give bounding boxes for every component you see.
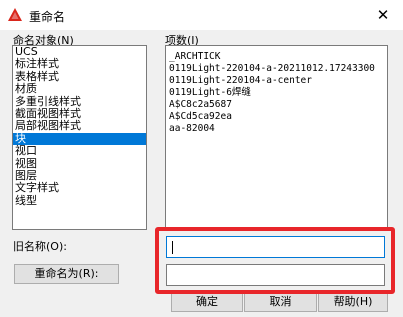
named-object-item[interactable]: 局部视图样式	[13, 119, 146, 132]
title-bar: 重命名 ✕	[0, 0, 403, 30]
old-name-label: 旧名称(O):	[13, 240, 67, 253]
old-name-field[interactable]	[166, 236, 385, 258]
items-list[interactable]: _ARCHTICK 0119Light-220104-a-20211012.172…	[165, 45, 388, 230]
named-object-item[interactable]: 视口	[13, 144, 146, 157]
new-name-field[interactable]	[166, 264, 385, 286]
rename-to-button[interactable]: 重命名为(R):	[14, 264, 119, 284]
item-row[interactable]: A$Cd5ca92ea	[166, 111, 387, 123]
text-caret	[172, 241, 173, 254]
named-object-item[interactable]: 材质	[13, 82, 146, 95]
cancel-button[interactable]: 取消	[244, 292, 317, 312]
item-row[interactable]: 0119Light-220104-a-center	[166, 75, 387, 87]
autocad-app-icon	[8, 8, 22, 21]
item-row[interactable]: _ARCHTICK	[166, 51, 387, 63]
item-row[interactable]: 0119Light-220104-a-20211012.17243300	[166, 63, 387, 75]
named-objects-list[interactable]: UCS 标注样式 表格样式 材质 多重引线样式 截面视图样式 局部视图样式块视口 视图 图层 文字…	[12, 45, 147, 230]
named-object-item[interactable]: 线型	[13, 194, 146, 207]
item-row[interactable]: A$C8c2a5687	[166, 99, 387, 111]
window-title: 重命名	[29, 10, 66, 24]
named-object-item[interactable]: 标注样式	[13, 57, 146, 70]
item-row[interactable]: 0119Light-6焊缝	[166, 87, 387, 99]
item-row[interactable]: aa-82004	[166, 123, 387, 135]
help-button[interactable]: 帮助(H)	[318, 292, 388, 312]
ok-button[interactable]: 确定	[171, 292, 243, 312]
named-object-item[interactable]: 文字样式	[13, 181, 146, 194]
close-icon[interactable]: ✕	[363, 0, 403, 30]
